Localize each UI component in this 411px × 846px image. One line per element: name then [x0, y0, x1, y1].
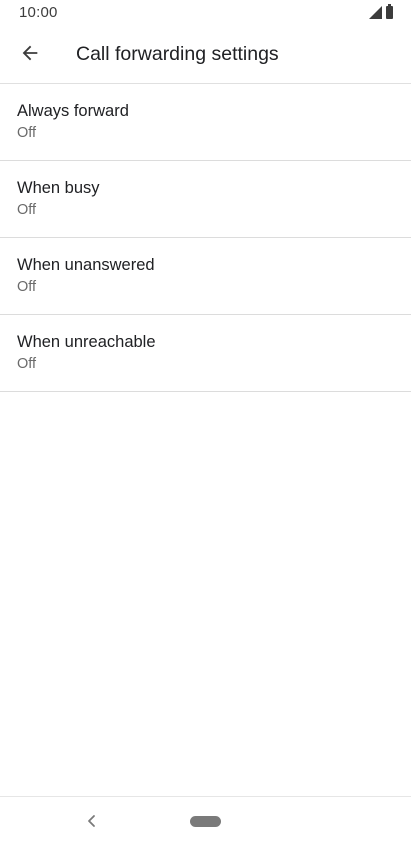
settings-list: Always forward Off When busy Off When un…: [0, 84, 411, 392]
back-button[interactable]: [10, 33, 50, 73]
setting-when-unreachable[interactable]: When unreachable Off: [0, 315, 411, 392]
navigation-bar: [0, 796, 411, 846]
setting-title: Always forward: [17, 102, 129, 120]
status-bar: 10:00: [0, 0, 411, 26]
setting-title: When unreachable: [17, 333, 156, 351]
setting-when-unanswered[interactable]: When unanswered Off: [0, 238, 411, 315]
status-time: 10:00: [19, 4, 58, 21]
setting-summary: Off: [17, 125, 37, 141]
nav-back-button[interactable]: [82, 809, 102, 833]
page-title: Call forwarding settings: [76, 43, 279, 65]
status-icons: [369, 4, 393, 19]
chevron-left-icon: [88, 815, 95, 827]
setting-summary: Off: [17, 279, 37, 295]
battery-icon: [386, 4, 393, 19]
cellular-signal-icon: [369, 6, 382, 19]
setting-summary: Off: [17, 202, 37, 218]
setting-summary: Off: [17, 356, 37, 372]
setting-title: When unanswered: [17, 256, 155, 274]
arrow-back-icon: [22, 45, 38, 61]
setting-always-forward[interactable]: Always forward Off: [0, 84, 411, 161]
setting-when-busy[interactable]: When busy Off: [0, 161, 411, 238]
app-bar: Call forwarding settings: [0, 26, 411, 84]
setting-title: When busy: [17, 179, 100, 197]
home-pill-icon[interactable]: [190, 816, 221, 827]
